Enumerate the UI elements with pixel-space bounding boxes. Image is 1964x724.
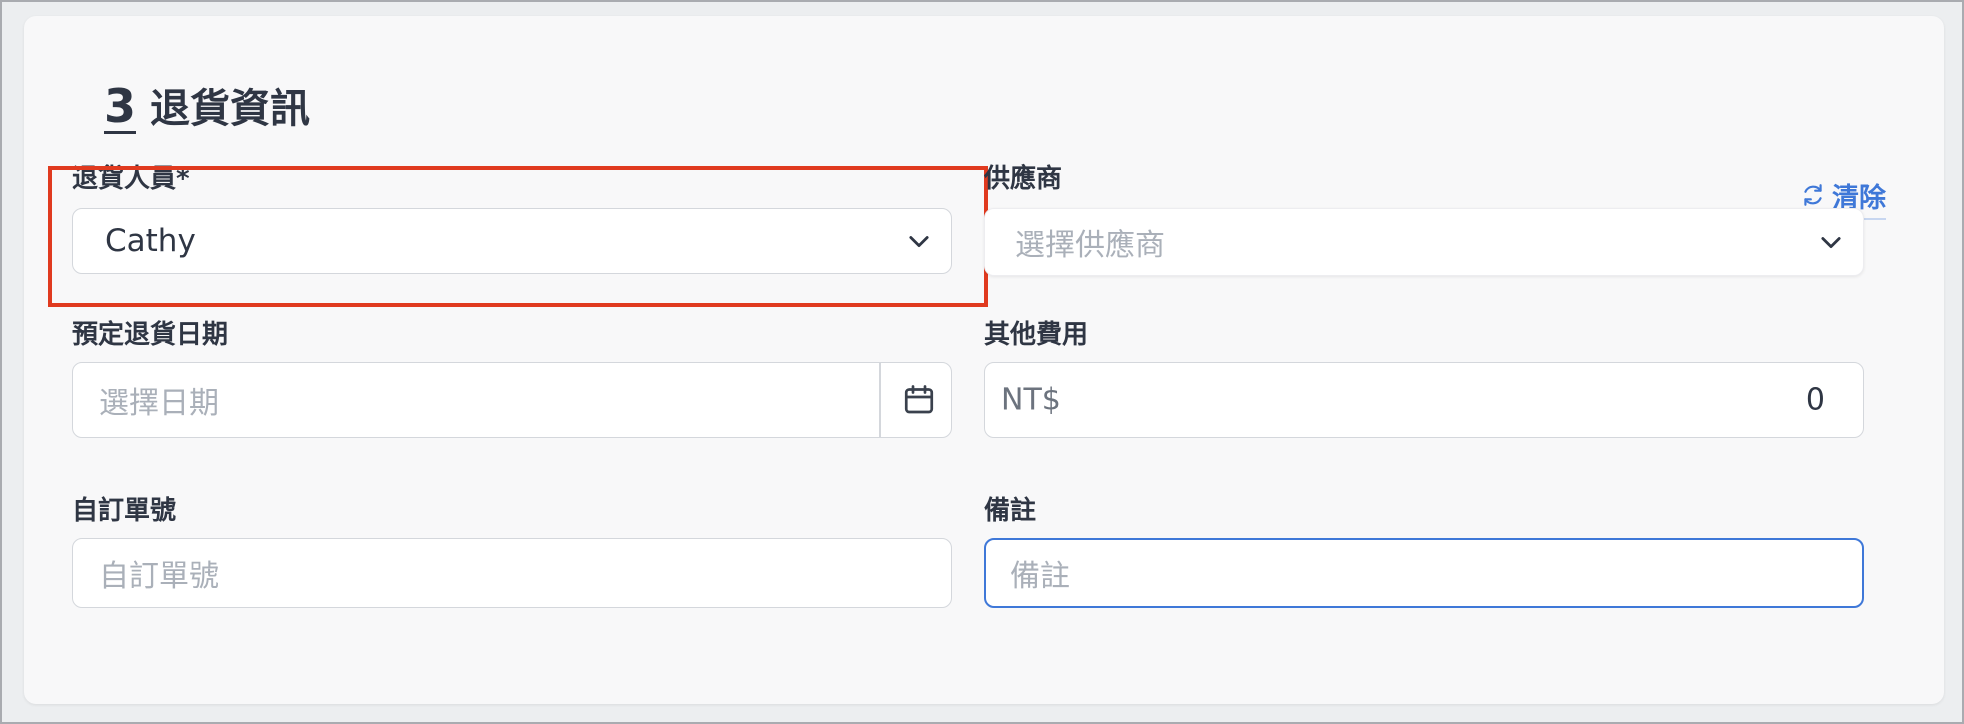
chevron-down-icon	[909, 236, 929, 248]
step-number: 3	[104, 79, 137, 134]
chevron-down-icon	[1821, 237, 1841, 249]
custom-number-placeholder: 自訂單號	[99, 559, 219, 594]
date-placeholder: 選擇日期	[99, 386, 219, 421]
return-info-card: 3 退貨資訊 退貨人員* Cathy 供應商 清除 選擇供應商 預定退貨日期 選…	[24, 16, 1944, 704]
custom-number-input[interactable]: 自訂單號	[72, 538, 952, 608]
scheduled-date-input[interactable]: 選擇日期	[72, 362, 952, 438]
refresh-icon	[1804, 184, 1822, 206]
date-divider	[879, 363, 881, 437]
supplier-placeholder: 選擇供應商	[1015, 228, 1165, 263]
currency-prefix: NT$	[1001, 382, 1061, 418]
notes-label: 備註	[984, 496, 1037, 526]
scheduled-date-label: 預定退貨日期	[72, 320, 229, 350]
notes-input[interactable]: 備註	[984, 538, 1864, 608]
return-staff-label: 退貨人員*	[72, 164, 190, 194]
supplier-label: 供應商	[984, 164, 1063, 194]
other-fees-label: 其他費用	[984, 320, 1089, 350]
section-title: 退貨資訊	[150, 86, 311, 132]
notes-placeholder: 備註	[1010, 559, 1070, 594]
return-staff-value: Cathy	[105, 223, 196, 259]
other-fees-input[interactable]: NT$ 0	[984, 362, 1864, 438]
custom-number-label: 自訂單號	[72, 496, 177, 526]
return-staff-select[interactable]: Cathy	[72, 208, 952, 274]
supplier-select[interactable]: 選擇供應商	[984, 208, 1864, 276]
section-header: 3 退貨資訊	[104, 76, 310, 134]
calendar-icon[interactable]	[901, 382, 937, 418]
fee-amount: 0	[1805, 382, 1825, 418]
